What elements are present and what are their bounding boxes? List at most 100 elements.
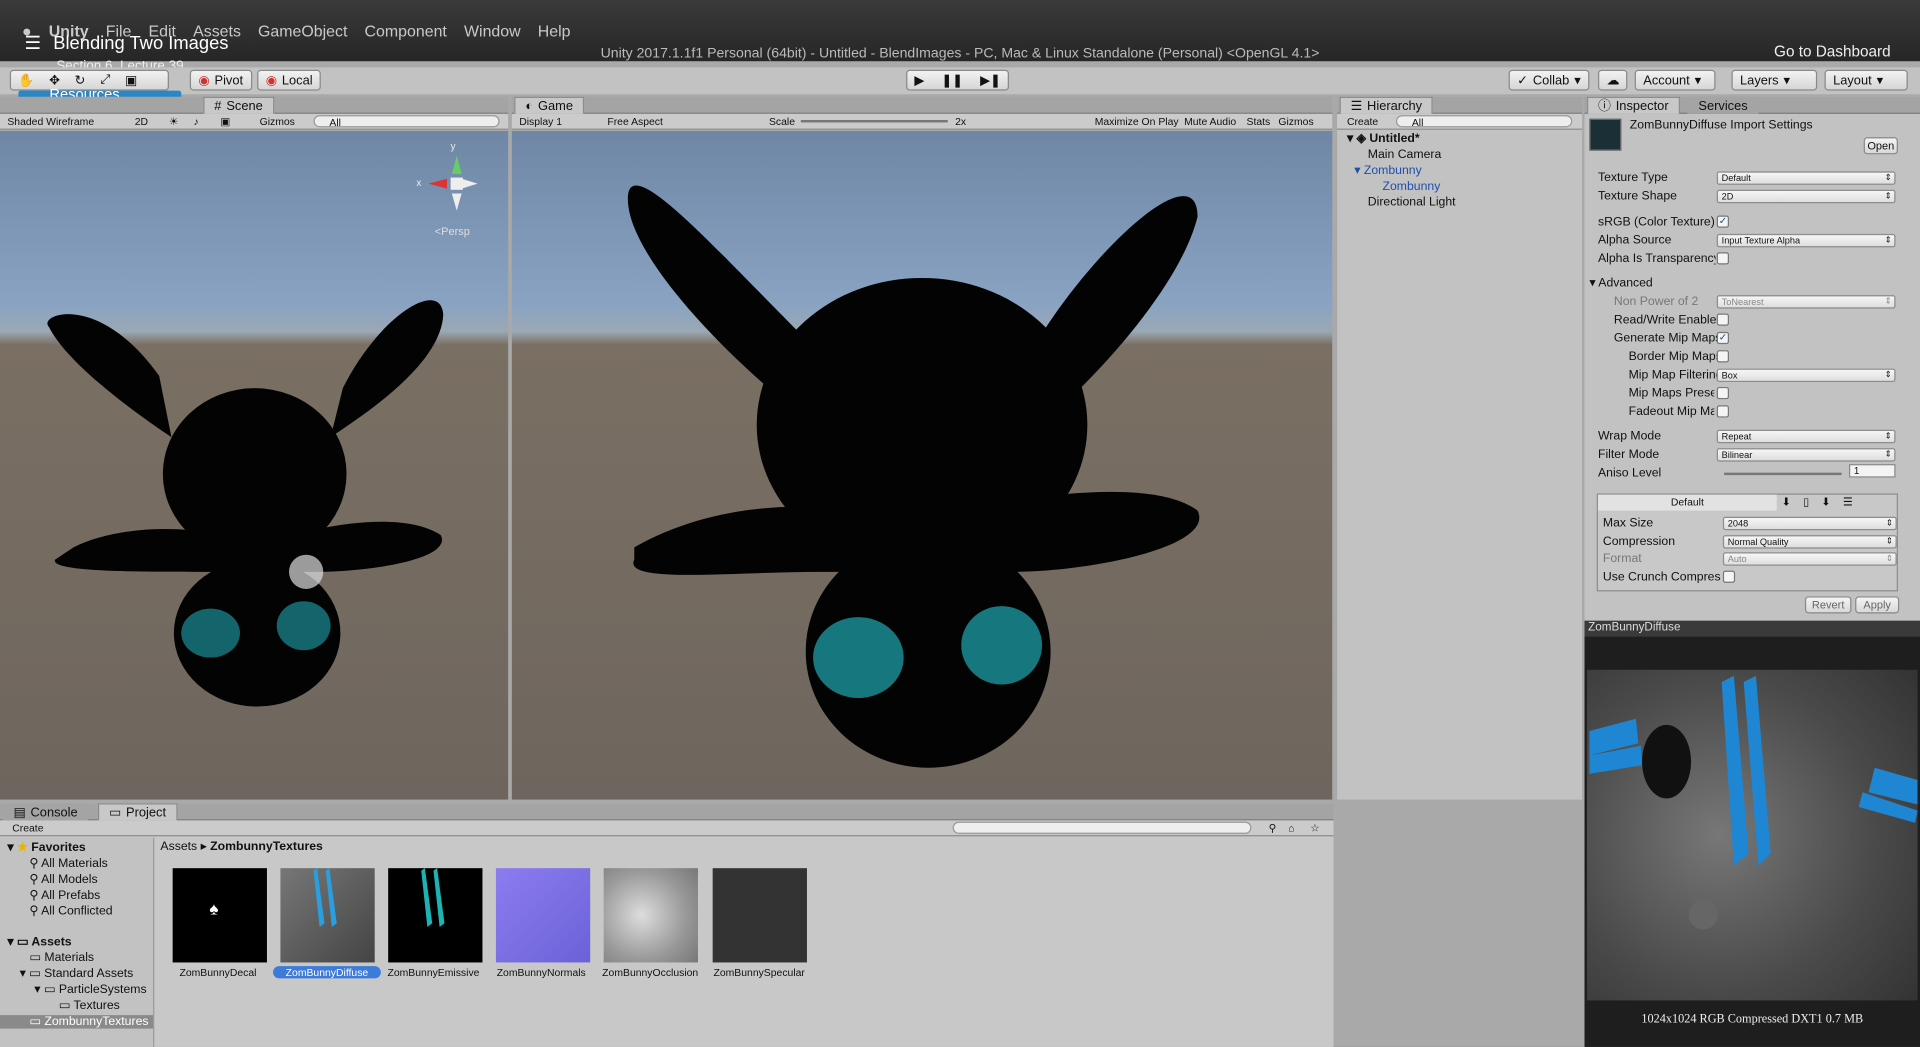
hierarchy-search-input[interactable]: All [1395,115,1573,129]
mip-preserve-checkbox[interactable] [1716,386,1729,400]
pivot-button[interactable]: ◉ Pivot [189,69,252,91]
step-icon[interactable]: ▶❚ [980,73,1001,88]
play-icon[interactable]: ▶ [914,73,924,88]
hierarchy-item-directional-light[interactable]: Directional Light [1368,196,1456,209]
scene-gizmos-dropdown[interactable]: Gizmos [260,115,295,127]
fadeout-mip-checkbox[interactable] [1716,405,1729,418]
menu-component[interactable]: Component [365,22,447,40]
wrap-mode-dropdown[interactable]: Repeat [1716,429,1896,444]
effects-icon[interactable]: ▣ [220,115,230,128]
favorite-all-models[interactable]: ⚲ All Models [29,873,97,886]
pause-icon[interactable]: ❚❚ [941,73,963,88]
breadcrumb-assets[interactable]: Assets [160,840,197,853]
game-gizmos-dropdown[interactable]: Gizmos [1278,115,1313,127]
read-write-checkbox[interactable] [1716,313,1729,326]
menu-help[interactable]: Help [538,22,571,40]
display-dropdown[interactable]: Display 1 [519,115,562,127]
favorite-all-materials[interactable]: ⚲ All Materials [29,857,107,870]
folder-particlesystems[interactable]: ▾ ▭ ParticleSystems [34,983,146,996]
tab-inspector[interactable]: ⓘ Inspector [1586,96,1680,114]
project-search-input[interactable] [952,821,1252,834]
cloud-button[interactable]: ☁ [1597,69,1628,91]
local-button[interactable]: ◉ Local [257,69,322,91]
perspective-label[interactable]: <Persp [435,225,470,237]
platform-tab-default[interactable]: Default [1597,494,1777,511]
texture-type-dropdown[interactable]: Default [1716,171,1896,185]
srgb-checkbox[interactable]: ✓ [1716,215,1729,228]
favorite-all-prefabs[interactable]: ⚲ All Prefabs [29,889,100,902]
folder-zombunnytextures[interactable]: ▭ ZombunnyTextures [0,1015,154,1029]
tab-project[interactable]: ▭ Project [97,803,178,821]
favorites-root[interactable]: ▾ ★ Favorites [7,841,85,854]
crunch-checkbox[interactable] [1722,570,1736,583]
aspect-dropdown[interactable]: Free Aspect [607,115,663,127]
asset-thumb-emissive[interactable] [388,868,483,963]
menu-window[interactable]: Window [464,22,521,40]
advanced-foldout[interactable]: ▾ Advanced [1589,277,1652,290]
texture-preview-image[interactable] [1586,669,1918,1001]
alpha-transparency-checkbox[interactable] [1716,252,1729,265]
tab-game[interactable]: ◐ Game [514,96,585,114]
apply-button[interactable]: Apply [1855,596,1900,614]
collab-dropdown[interactable]: ✓ Collab ▾ [1508,69,1590,91]
open-button[interactable]: Open [1863,137,1898,155]
audio-icon[interactable]: ♪ [193,115,198,127]
max-size-dropdown[interactable]: 2048 [1722,516,1897,531]
hierarchy-create-dropdown[interactable]: Create [1347,115,1378,127]
2d-toggle[interactable]: 2D [135,115,148,127]
asset-label-normals[interactable]: ZomBunnyNormals [486,966,596,978]
compression-dropdown[interactable]: Normal Quality [1722,535,1897,549]
asset-thumb-decal[interactable]: ♠ [172,868,267,963]
border-mip-checkbox[interactable] [1716,350,1729,363]
layout-dropdown[interactable]: Layout ▾ [1824,69,1908,91]
scene-root[interactable]: ▾ ◈ Untitled* [1347,132,1420,145]
mute-audio-toggle[interactable]: Mute Audio [1184,115,1236,127]
revert-button[interactable]: Revert [1804,596,1852,614]
scene-view[interactable]: x y <Persp [0,131,509,800]
scene-search-input[interactable]: All [313,115,500,129]
asset-label-emissive[interactable]: ZomBunnyEmissive [378,966,488,978]
asset-label-decal[interactable]: ZomBunnyDecal [163,966,273,978]
assets-root[interactable]: ▾ ▭ Assets [7,936,71,949]
hierarchy-item-main-camera[interactable]: Main Camera [1368,148,1442,161]
generate-mip-checkbox[interactable]: ✓ [1716,331,1729,345]
folder-textures[interactable]: ▭ Textures [59,999,120,1012]
scale-slider[interactable] [800,120,948,123]
go-to-dashboard-link[interactable]: Go to Dashboard [1774,43,1891,60]
asset-thumb-normals[interactable] [495,868,591,963]
aniso-slider[interactable] [1724,472,1842,476]
asset-thumb-occlusion[interactable] [603,868,698,963]
aniso-value-field[interactable]: 1 [1848,464,1896,478]
filter-mode-dropdown[interactable]: Bilinear [1716,448,1896,462]
tab-hierarchy[interactable]: ☰ Hierarchy [1339,96,1434,114]
asset-thumb-specular[interactable] [712,868,807,963]
folder-materials[interactable]: ▭ Materials [29,951,94,964]
asset-label-occlusion[interactable]: ZomBunnyOcclusion [595,966,705,978]
asset-label-diffuse[interactable]: ZomBunnyDiffuse [273,966,381,979]
stats-toggle[interactable]: Stats [1247,115,1271,127]
layers-dropdown[interactable]: Layers ▾ [1731,69,1818,91]
favorite-star-icon[interactable]: ☆ [1310,822,1319,835]
breadcrumb-zombunnytextures[interactable]: ZombunnyTextures [210,840,323,853]
texture-shape-dropdown[interactable]: 2D [1716,189,1896,204]
tab-services[interactable]: Services [1687,96,1759,114]
filter-type-icon[interactable]: ⚲ [1269,822,1277,835]
platform-icons[interactable]: ⬇▯⬇☰ [1782,496,1865,509]
account-dropdown[interactable]: Account ▾ [1634,69,1716,91]
menu-gameobject[interactable]: GameObject [258,22,347,40]
hierarchy-item-zombunny[interactable]: ▾ Zombunny [1354,164,1421,177]
mip-filtering-dropdown[interactable]: Box [1716,368,1896,383]
filter-label-icon[interactable]: ⌂ [1288,822,1294,834]
game-view[interactable] [511,131,1333,800]
shading-mode-dropdown[interactable]: Shaded Wireframe [7,115,94,127]
asset-label-specular[interactable]: ZomBunnySpecular [704,966,814,978]
hierarchy-item-zombunny-child[interactable]: Zombunny [1382,180,1440,193]
scene-orientation-gizmo[interactable] [422,149,483,216]
lighting-icon[interactable]: ☀ [169,115,178,128]
tab-scene[interactable]: # Scene [203,96,274,114]
tab-console[interactable]: ▤ Console [2,803,89,821]
hand-tool-icon[interactable]: ✋ [18,72,34,88]
alpha-source-dropdown[interactable]: Input Texture Alpha [1716,233,1896,248]
folder-standard-assets[interactable]: ▾ ▭ Standard Assets [20,967,134,980]
favorite-all-conflicted[interactable]: ⚲ All Conflicted [29,905,112,918]
